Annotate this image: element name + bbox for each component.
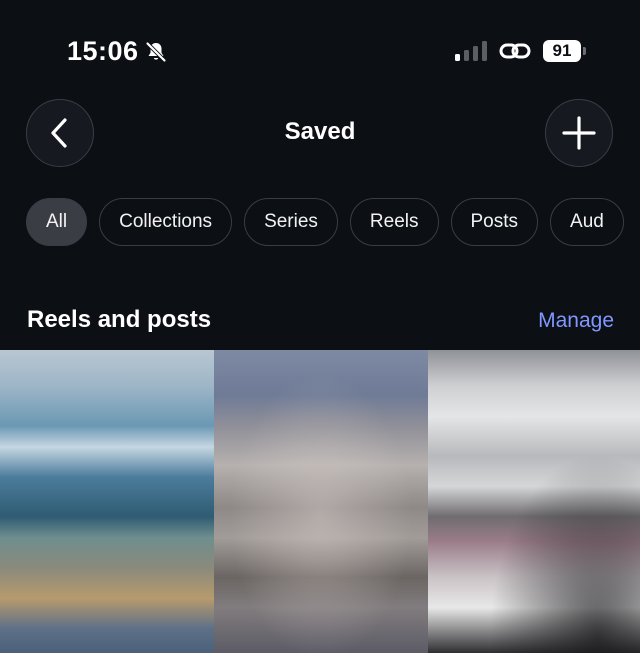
thumbnail-image	[0, 350, 214, 653]
saved-thumbnail[interactable]	[0, 350, 214, 653]
filter-chip-collections[interactable]: Collections	[99, 198, 233, 246]
filter-chip-reels[interactable]: Reels	[349, 198, 439, 246]
add-button[interactable]	[545, 99, 613, 167]
battery-level: 91	[552, 41, 572, 60]
status-bar: 15:06 91	[0, 0, 640, 100]
filter-chip-all[interactable]: All	[26, 198, 88, 246]
thumbnail-image	[428, 350, 640, 653]
manage-link[interactable]: Manage	[538, 309, 614, 333]
battery-tip	[583, 47, 586, 55]
saved-thumbnail[interactable]	[214, 350, 428, 653]
saved-grid	[0, 350, 640, 653]
page-title: Saved	[284, 118, 356, 145]
status-time: 15:06	[67, 36, 139, 66]
plus-icon	[562, 116, 596, 150]
section-title: Reels and posts	[27, 306, 212, 333]
link-icon	[499, 43, 531, 59]
battery-icon: 91	[543, 40, 581, 62]
thumbnail-image	[214, 350, 428, 653]
filter-chip-audio[interactable]: Aud	[550, 198, 624, 246]
signal-icon	[455, 41, 487, 61]
filter-chip-series[interactable]: Series	[244, 198, 338, 246]
filter-chips: All Collections Series Reels Posts Aud	[26, 198, 640, 248]
filter-chip-posts[interactable]: Posts	[450, 198, 539, 246]
saved-thumbnail[interactable]	[428, 350, 640, 653]
bell-slash-icon	[145, 41, 167, 63]
